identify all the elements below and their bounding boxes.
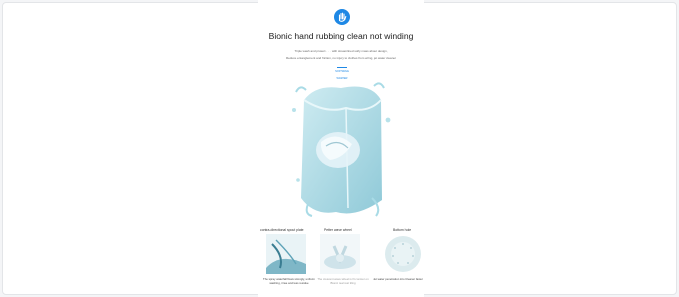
feature-caption: Petter wave wheel — [324, 228, 352, 232]
brand-logo: SOFTWAVE WASHER — [330, 67, 354, 80]
feature-caption: Bottom hole — [393, 228, 412, 232]
hero-water-cube-image — [292, 82, 391, 217]
page-title: Bionic hand rubbing clean not winding — [268, 31, 414, 41]
logo-text: SOFTWAVE WASHER — [335, 70, 349, 80]
bottom-hole-image — [382, 234, 424, 274]
hand-icon — [334, 9, 350, 25]
logo-bar — [337, 67, 347, 68]
feature-caption: contra-directional spout plate — [260, 228, 304, 232]
spout-plate-image — [266, 234, 306, 274]
feature-note: Jet water penetration into Cleaner faste… — [373, 277, 423, 281]
feature-note: The crescent wave wheel is fit contour o… — [317, 277, 369, 285]
description-line: Reduce entanglement and friction, no inj… — [285, 56, 397, 60]
feature-note: The spray waterfall flows strongly, unif… — [262, 277, 316, 285]
description-line: Triple wash and protect · · · with strea… — [294, 49, 388, 53]
product-detail-card: Bionic hand rubbing clean not winding Tr… — [258, 0, 424, 297]
wave-wheel-image — [320, 234, 360, 274]
